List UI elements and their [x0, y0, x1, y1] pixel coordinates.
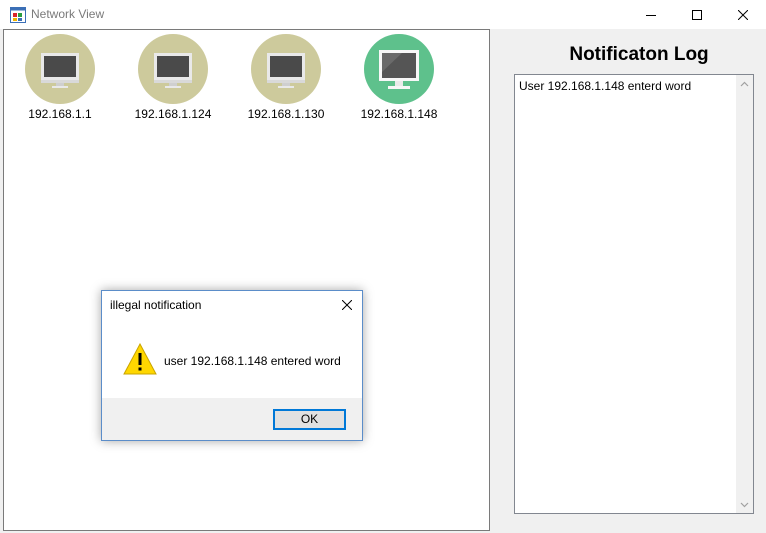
host-node[interactable]: 192.168.1.1 [10, 34, 110, 124]
monitor-icon [267, 53, 305, 88]
log-scrollbar[interactable] [736, 75, 753, 513]
warning-icon [123, 342, 157, 378]
scroll-up-button[interactable] [736, 75, 753, 92]
host-ip-label: 192.168.1.130 [247, 107, 325, 121]
network-view-panel: 192.168.1.1 192.168.1.124 192.168.1.130 [3, 29, 490, 531]
monitor-icon [41, 53, 79, 88]
host-ip-label: 192.168.1.124 [134, 107, 212, 121]
illegal-notification-dialog: illegal notification user 192.168.1.148 … [101, 290, 363, 441]
host-ip-label: 192.168.1.148 [360, 107, 438, 121]
monitor-icon [154, 53, 192, 88]
notification-log-list[interactable]: User 192.168.1.148 enterd word [514, 74, 754, 514]
host-avatar [138, 34, 208, 104]
ok-button[interactable]: OK [273, 409, 346, 430]
maximize-icon [692, 9, 702, 20]
close-icon [342, 300, 352, 310]
chevron-down-icon [740, 502, 749, 507]
host-node-active[interactable]: 192.168.1.148 [349, 34, 449, 124]
minimize-button[interactable] [628, 0, 674, 29]
log-entry[interactable]: User 192.168.1.148 enterd word [519, 79, 691, 93]
host-node[interactable]: 192.168.1.124 [123, 34, 223, 124]
host-avatar [25, 34, 95, 104]
title-bar: Network View [0, 0, 766, 29]
close-button[interactable] [720, 0, 766, 29]
dialog-close-button[interactable] [334, 294, 360, 316]
close-icon [738, 9, 748, 20]
host-avatar-active [364, 34, 434, 104]
monitor-icon [379, 50, 419, 89]
host-avatar [251, 34, 321, 104]
chevron-up-icon [740, 81, 749, 86]
dialog-footer: OK [102, 398, 362, 440]
window-title: Network View [31, 7, 105, 21]
log-title: Notificaton Log [569, 44, 709, 65]
dialog-message: user 192.168.1.148 entered word [164, 354, 341, 368]
app-window-icon[interactable] [10, 7, 26, 23]
host-node[interactable]: 192.168.1.130 [236, 34, 336, 124]
maximize-button[interactable] [674, 0, 720, 29]
scroll-down-button[interactable] [736, 496, 753, 513]
minimize-icon [646, 14, 656, 16]
dialog-title: illegal notification [110, 298, 202, 312]
host-ip-label: 192.168.1.1 [28, 107, 92, 121]
